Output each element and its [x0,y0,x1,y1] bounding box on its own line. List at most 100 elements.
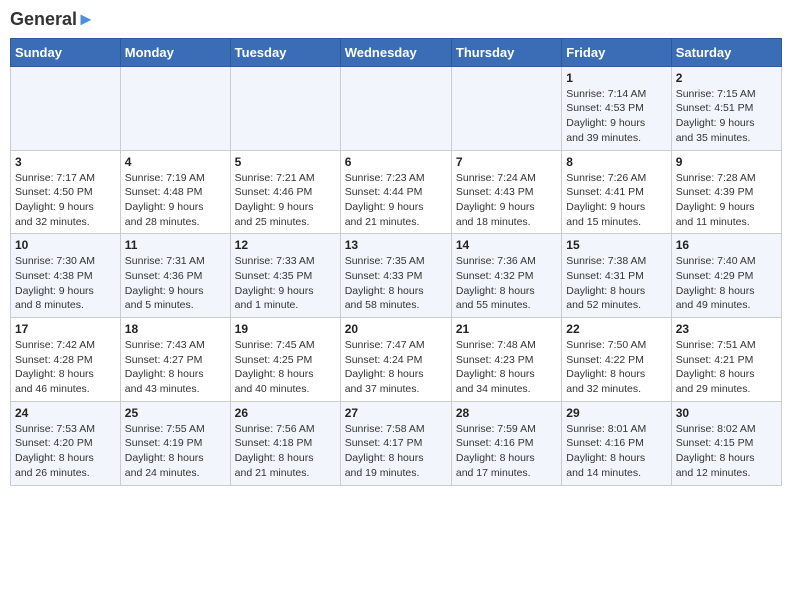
calendar-cell: 20Sunrise: 7:47 AMSunset: 4:24 PMDayligh… [340,318,451,402]
day-info: Sunrise: 7:58 AMSunset: 4:17 PMDaylight:… [345,422,447,481]
day-number: 6 [345,155,447,169]
day-number: 5 [235,155,336,169]
day-info: Sunrise: 7:26 AMSunset: 4:41 PMDaylight:… [566,171,666,230]
calendar-cell: 2 Sunrise: 7:15 AMSunset: 4:51 PMDaylight… [671,66,781,150]
weekday-header-monday: Monday [120,38,230,66]
day-number: 22 [566,322,666,336]
calendar-week-1: 1 Sunrise: 7:14 AMSunset: 4:53 PMDaylight… [11,66,782,150]
calendar-cell: 23 Sunrise: 7:51 AMSunset: 4:21 PMDayligh… [671,318,781,402]
day-info: Sunrise: 7:42 AMSunset: 4:28 PMDaylight:… [15,338,116,397]
day-info: Sunrise: 7:43 AMSunset: 4:27 PMDaylight:… [125,338,226,397]
day-number: 8 [566,155,666,169]
calendar-cell: 5 Sunrise: 7:21 AMSunset: 4:46 PMDaylight… [230,150,340,234]
day-number: 2 [676,71,777,85]
day-info: Sunrise: 7:24 AMSunset: 4:43 PMDaylight:… [456,171,557,230]
calendar-cell: 24Sunrise: 7:53 AMSunset: 4:20 PMDayligh… [11,401,121,485]
calendar-cell: 12 Sunrise: 7:33 AMSunset: 4:35 PMDayligh… [230,234,340,318]
day-number: 30 [676,406,777,420]
calendar-cell: 4Sunrise: 7:19 AMSunset: 4:48 PMDaylight… [120,150,230,234]
calendar-cell: 7 Sunrise: 7:24 AMSunset: 4:43 PMDaylight… [451,150,561,234]
calendar-cell: 16 Sunrise: 7:40 AMSunset: 4:29 PMDayligh… [671,234,781,318]
day-number: 16 [676,238,777,252]
day-info: Sunrise: 8:02 AMSunset: 4:15 PMDaylight:… [676,422,777,481]
day-info: Sunrise: 7:35 AMSunset: 4:33 PMDaylight:… [345,254,447,313]
day-info: Sunrise: 7:21 AMSunset: 4:46 PMDaylight:… [235,171,336,230]
calendar-cell: 18 Sunrise: 7:43 AMSunset: 4:27 PMDayligh… [120,318,230,402]
day-number: 12 [235,238,336,252]
day-number: 19 [235,322,336,336]
logo-icon-triangle: ► [77,9,95,29]
day-number: 10 [15,238,116,252]
day-number: 14 [456,238,557,252]
calendar-cell: 6 Sunrise: 7:23 AMSunset: 4:44 PMDaylight… [340,150,451,234]
day-number: 28 [456,406,557,420]
calendar-cell: 17 Sunrise: 7:42 AMSunset: 4:28 PMDayligh… [11,318,121,402]
day-info: Sunrise: 7:51 AMSunset: 4:21 PMDaylight:… [676,338,777,397]
day-info: Sunrise: 7:38 AMSunset: 4:31 PMDaylight:… [566,254,666,313]
day-number: 3 [15,155,116,169]
logo: General► [10,10,95,30]
day-info: Sunrise: 7:55 AMSunset: 4:19 PMDaylight:… [125,422,226,481]
day-number: 23 [676,322,777,336]
calendar-week-5: 24Sunrise: 7:53 AMSunset: 4:20 PMDayligh… [11,401,782,485]
calendar-cell: 11 Sunrise: 7:31 AMSunset: 4:36 PMDayligh… [120,234,230,318]
calendar-week-3: 10 Sunrise: 7:30 AMSunset: 4:38 PMDayligh… [11,234,782,318]
calendar-cell: 15Sunrise: 7:38 AMSunset: 4:31 PMDayligh… [562,234,671,318]
weekday-header-saturday: Saturday [671,38,781,66]
day-number: 1 [566,71,666,85]
day-number: 13 [345,238,447,252]
weekday-header-thursday: Thursday [451,38,561,66]
calendar-cell: 10 Sunrise: 7:30 AMSunset: 4:38 PMDayligh… [11,234,121,318]
day-info: Sunrise: 7:28 AMSunset: 4:39 PMDaylight:… [676,171,777,230]
calendar-header-row: SundayMondayTuesdayWednesdayThursdayFrid… [11,38,782,66]
day-number: 9 [676,155,777,169]
calendar-cell: 8 Sunrise: 7:26 AMSunset: 4:41 PMDaylight… [562,150,671,234]
weekday-header-sunday: Sunday [11,38,121,66]
day-info: Sunrise: 7:45 AMSunset: 4:25 PMDaylight:… [235,338,336,397]
day-info: Sunrise: 8:01 AMSunset: 4:16 PMDaylight:… [566,422,666,481]
day-info: Sunrise: 7:40 AMSunset: 4:29 PMDaylight:… [676,254,777,313]
day-info: Sunrise: 7:17 AMSunset: 4:50 PMDaylight:… [15,171,116,230]
day-number: 26 [235,406,336,420]
calendar-table: SundayMondayTuesdayWednesdayThursdayFrid… [10,38,782,486]
day-number: 7 [456,155,557,169]
day-info: Sunrise: 7:48 AMSunset: 4:23 PMDaylight:… [456,338,557,397]
day-info: Sunrise: 7:30 AMSunset: 4:38 PMDaylight:… [15,254,116,313]
weekday-header-tuesday: Tuesday [230,38,340,66]
calendar-cell: 25 Sunrise: 7:55 AMSunset: 4:19 PMDayligh… [120,401,230,485]
day-info: Sunrise: 7:19 AMSunset: 4:48 PMDaylight:… [125,171,226,230]
day-info: Sunrise: 7:59 AMSunset: 4:16 PMDaylight:… [456,422,557,481]
day-number: 11 [125,238,226,252]
day-number: 25 [125,406,226,420]
day-info: Sunrise: 7:14 AMSunset: 4:53 PMDaylight:… [566,87,666,146]
day-number: 29 [566,406,666,420]
calendar-cell [451,66,561,150]
calendar-cell: 1 Sunrise: 7:14 AMSunset: 4:53 PMDaylight… [562,66,671,150]
day-info: Sunrise: 7:15 AMSunset: 4:51 PMDaylight:… [676,87,777,146]
calendar-cell: 29 Sunrise: 8:01 AMSunset: 4:16 PMDayligh… [562,401,671,485]
weekday-header-friday: Friday [562,38,671,66]
day-number: 18 [125,322,226,336]
day-info: Sunrise: 7:53 AMSunset: 4:20 PMDaylight:… [15,422,116,481]
calendar-cell: 19 Sunrise: 7:45 AMSunset: 4:25 PMDayligh… [230,318,340,402]
day-info: Sunrise: 7:50 AMSunset: 4:22 PMDaylight:… [566,338,666,397]
calendar-cell: 30 Sunrise: 8:02 AMSunset: 4:15 PMDayligh… [671,401,781,485]
calendar-cell [230,66,340,150]
day-info: Sunrise: 7:33 AMSunset: 4:35 PMDaylight:… [235,254,336,313]
calendar-cell: 13 Sunrise: 7:35 AMSunset: 4:33 PMDayligh… [340,234,451,318]
calendar-cell [120,66,230,150]
calendar-cell: 3 Sunrise: 7:17 AMSunset: 4:50 PMDaylight… [11,150,121,234]
calendar-cell: 21Sunrise: 7:48 AMSunset: 4:23 PMDayligh… [451,318,561,402]
day-info: Sunrise: 7:31 AMSunset: 4:36 PMDaylight:… [125,254,226,313]
calendar-cell: 9 Sunrise: 7:28 AMSunset: 4:39 PMDaylight… [671,150,781,234]
calendar-cell: 28 Sunrise: 7:59 AMSunset: 4:16 PMDayligh… [451,401,561,485]
day-info: Sunrise: 7:56 AMSunset: 4:18 PMDaylight:… [235,422,336,481]
day-info: Sunrise: 7:23 AMSunset: 4:44 PMDaylight:… [345,171,447,230]
calendar-cell: 27 Sunrise: 7:58 AMSunset: 4:17 PMDayligh… [340,401,451,485]
day-info: Sunrise: 7:36 AMSunset: 4:32 PMDaylight:… [456,254,557,313]
day-number: 27 [345,406,447,420]
calendar-cell: 22 Sunrise: 7:50 AMSunset: 4:22 PMDayligh… [562,318,671,402]
weekday-header-wednesday: Wednesday [340,38,451,66]
day-number: 20 [345,322,447,336]
day-number: 17 [15,322,116,336]
